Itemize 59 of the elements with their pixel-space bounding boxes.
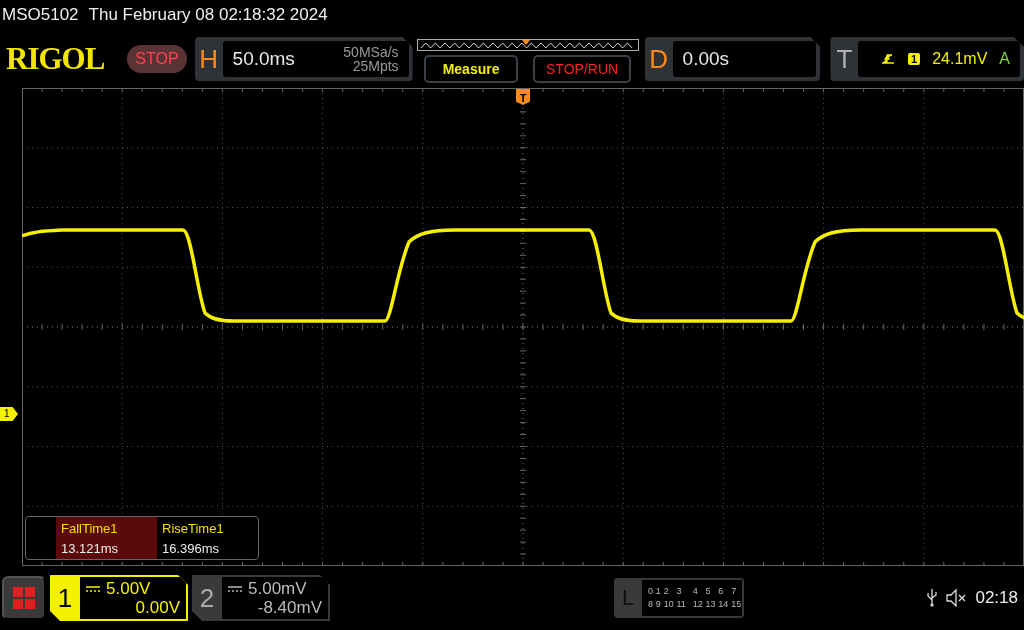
trigger-source-badge: 1 xyxy=(908,53,921,65)
digital-channel-number: 2 xyxy=(663,585,670,598)
logo: RIGOL xyxy=(5,41,106,77)
usb-icon[interactable] xyxy=(927,589,938,607)
channel-scale: 5.00V xyxy=(106,579,151,598)
measurement-column[interactable]: RiseTime1 16.396ms xyxy=(157,517,258,559)
rising-edge-icon xyxy=(882,53,897,65)
digital-channel-number: 1 xyxy=(655,585,662,598)
digital-channel-number: 11 xyxy=(676,598,687,611)
delay-panel[interactable]: D 0.00s xyxy=(644,37,821,81)
channel-offset-marker[interactable]: 1 xyxy=(0,407,18,421)
measurement-name: FallTime1 xyxy=(61,520,119,536)
delay-value: 0.00s xyxy=(682,48,730,70)
timebase-value: 50.0ms xyxy=(232,48,295,70)
digital-channel-number: 14 xyxy=(718,598,730,611)
dc-coupling-icon xyxy=(228,584,242,593)
measurement-name: RiseTime1 xyxy=(162,520,225,536)
memory-depth: 25Mpts xyxy=(352,59,399,73)
digital-channel-number: 7 xyxy=(731,585,738,598)
trigger-level: 24.1mV xyxy=(932,50,988,68)
digital-channel-number: 6 xyxy=(718,585,725,598)
run-state-indicator: STOP xyxy=(127,45,187,73)
digital-channel-number: 10 xyxy=(663,598,675,611)
digital-channel-number: 4 xyxy=(692,585,699,598)
delay-label: D xyxy=(648,43,669,75)
sample-rate: 50MSa/s xyxy=(343,45,399,59)
trigger-position-marker[interactable]: T xyxy=(516,89,530,105)
digital-channel-number: 8 xyxy=(648,598,654,611)
channel-number: 1 xyxy=(56,582,74,614)
four-squares-icon xyxy=(12,586,36,610)
stoprun-button[interactable]: STOP/RUN xyxy=(533,55,632,83)
channel-panel[interactable]: 1 5.00V 0.00V xyxy=(50,575,188,621)
date-time: Thu February 08 02:18:32 2024 xyxy=(88,5,328,25)
measurement-value: 13.121ms xyxy=(61,540,120,556)
channel-panel[interactable]: 2 5.00mV -8.40mV xyxy=(192,575,330,621)
speaker-muted-icon[interactable] xyxy=(945,589,968,607)
measure-button[interactable]: Measure xyxy=(424,55,519,83)
trigger-mode: A xyxy=(999,50,1010,68)
horizontal-label: H xyxy=(198,43,219,75)
channel-offset: 0.00V xyxy=(134,598,180,617)
digital-channel-number: 0 xyxy=(648,585,654,598)
digital-channel-number: 5 xyxy=(705,585,712,598)
measurement-value: 16.396ms xyxy=(162,540,221,556)
trigger-label: T xyxy=(835,43,854,75)
channel-number: 2 xyxy=(198,582,216,614)
clock-time: 02:18 xyxy=(975,588,1018,608)
dc-coupling-icon xyxy=(86,584,100,593)
channel-scale: 5.00mV xyxy=(248,579,307,598)
digital-channel-number: 12 xyxy=(692,598,704,611)
menu-button[interactable] xyxy=(2,576,46,620)
digital-channel-number: 3 xyxy=(676,585,683,598)
trigger-panel[interactable]: T 1 24.1mV A xyxy=(830,37,1024,81)
model-name: MSO5102 xyxy=(2,5,79,25)
measurement-column[interactable]: FallTime1 13.121ms xyxy=(56,517,157,559)
digital-channel-number: 15 xyxy=(731,598,742,611)
channel-offset: -8.40mV xyxy=(256,598,322,617)
horizontal-panel[interactable]: H 50.0ms 50MSa/s 25Mpts xyxy=(194,37,413,81)
digital-channel-number: 13 xyxy=(705,598,717,611)
digital-channel-number: 9 xyxy=(655,598,662,611)
